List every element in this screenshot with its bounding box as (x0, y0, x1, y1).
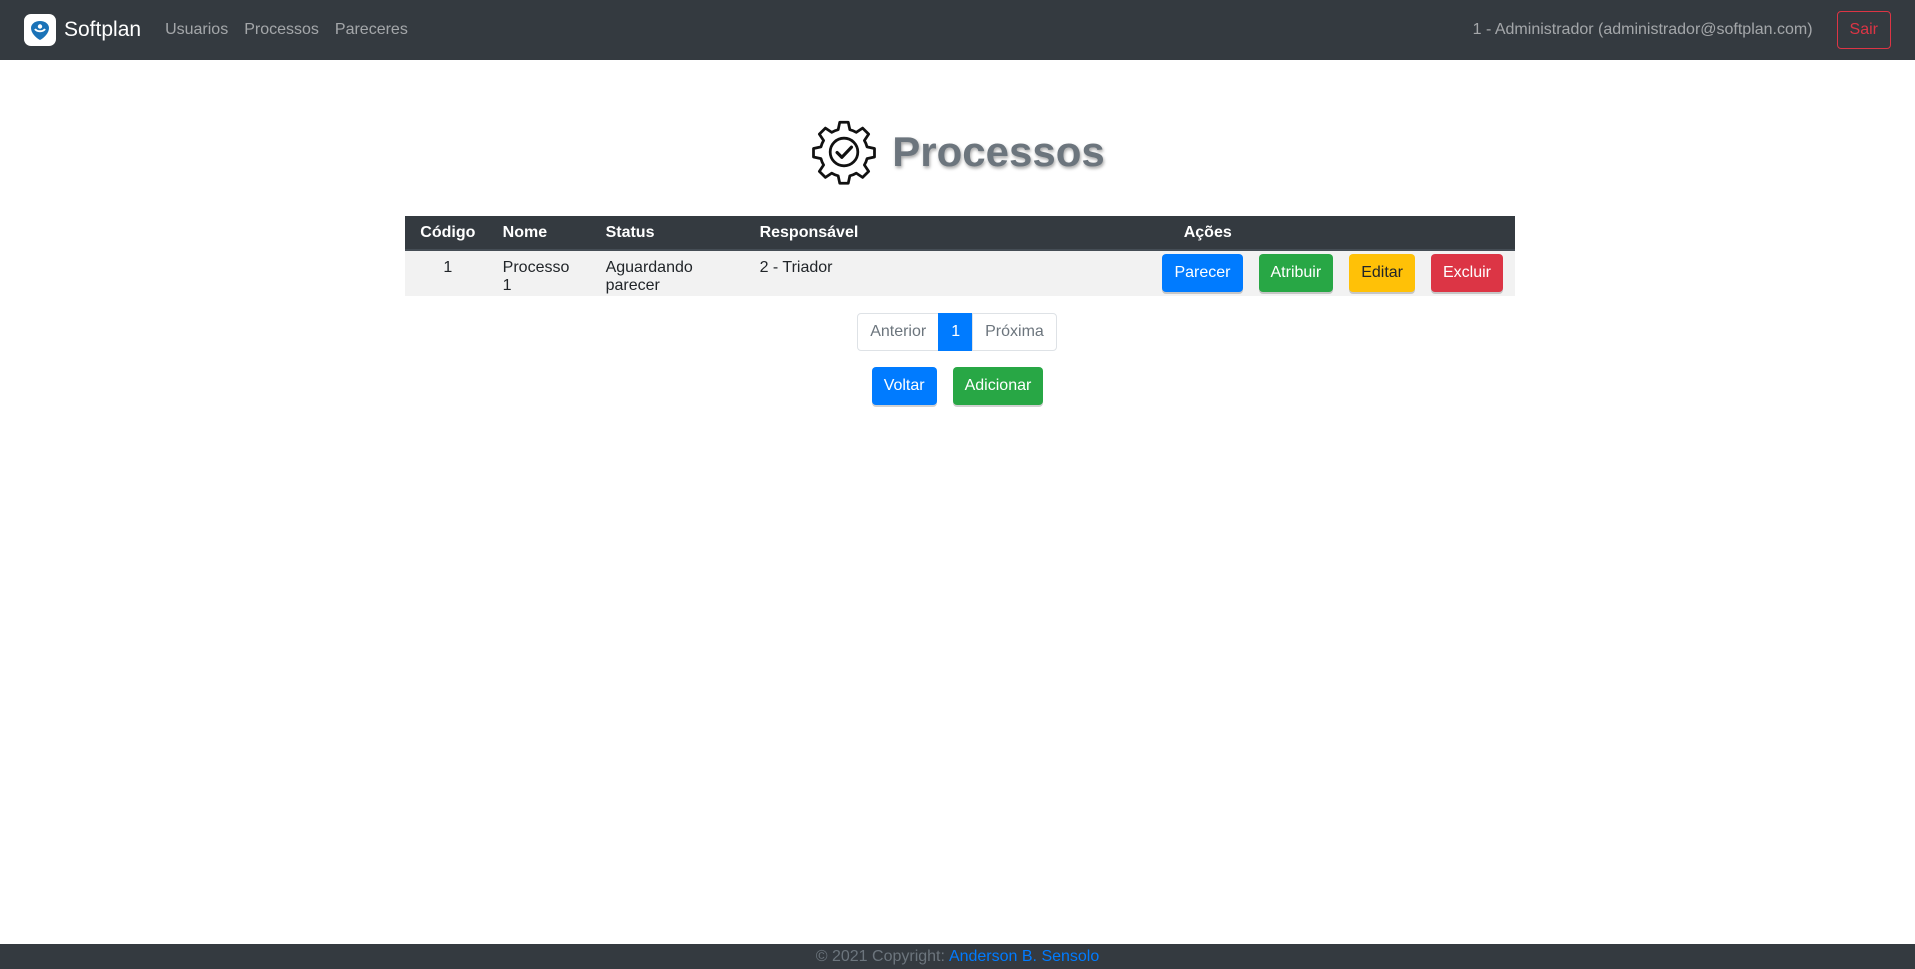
gear-check-icon (812, 120, 877, 185)
row-actions: Parecer Atribuir Editar Excluir (900, 254, 1503, 292)
header-nome: Nome (490, 216, 594, 251)
back-button[interactable]: Voltar (871, 367, 937, 405)
cell-codigo: 1 (443, 259, 453, 276)
processes-table: Código Nome Status Responsável Ações 1 P… (405, 216, 1515, 296)
cell-nome: Processo 1 (502, 259, 570, 294)
editar-button[interactable]: Editar (1349, 254, 1415, 292)
cell-status: Aguardando parecer (605, 259, 693, 294)
bottom-buttons: Voltar Adicionar (0, 367, 1915, 405)
pagination-next[interactable]: Próxima (972, 313, 1057, 351)
header-codigo: Código (405, 216, 491, 251)
parecer-button[interactable]: Parecer (1162, 254, 1243, 292)
table-body: 1 Processo 1 Aguardando parecer 2 - Tria… (405, 250, 1515, 296)
page-title: Processos (892, 128, 1105, 175)
table-row: 1 Processo 1 Aguardando parecer 2 - Tria… (405, 250, 1515, 296)
add-button[interactable]: Adicionar (952, 367, 1044, 405)
pagination: Anterior 1 Próxima (0, 313, 1915, 351)
brand-name: Softplan (64, 18, 142, 41)
brand[interactable]: Softplan (24, 14, 165, 46)
softplan-logo-icon (24, 14, 56, 46)
pagination-page-current[interactable]: 1 (938, 313, 974, 351)
table-header: Código Nome Status Responsável Ações (405, 216, 1515, 251)
header-status: Status (593, 216, 748, 251)
nav-link-processos[interactable]: Processos (244, 21, 319, 39)
header-acoes: Ações (900, 216, 1515, 251)
cell-responsavel: 2 - Triador (759, 259, 833, 276)
atribuir-button[interactable]: Atribuir (1258, 254, 1334, 292)
navbar: Softplan Usuarios Processos Pareceres 1 … (0, 0, 1915, 60)
logout-button[interactable]: Sair (1836, 11, 1891, 49)
page-heading: Processos (0, 118, 1915, 186)
cell-acoes: Parecer Atribuir Editar Excluir (900, 250, 1515, 296)
pagination-previous[interactable]: Anterior (857, 313, 940, 351)
footer-copyright: © 2021 Copyright: (815, 947, 945, 965)
processes-table-wrapper: Código Nome Status Responsável Ações 1 P… (405, 216, 1515, 296)
nav-link-pareceres[interactable]: Pareceres (335, 21, 408, 39)
user-info: 1 - Administrador (administrador@softpla… (1472, 21, 1813, 38)
table-header-row: Código Nome Status Responsável Ações (405, 216, 1515, 251)
footer: © 2021 Copyright: Anderson B. Sensolo (0, 944, 1915, 969)
nav-link-usuarios[interactable]: Usuarios (165, 21, 228, 39)
footer-author-link[interactable]: Anderson B. Sensolo (949, 948, 1099, 966)
header-responsavel: Responsável (747, 216, 901, 251)
excluir-button[interactable]: Excluir (1430, 254, 1503, 292)
